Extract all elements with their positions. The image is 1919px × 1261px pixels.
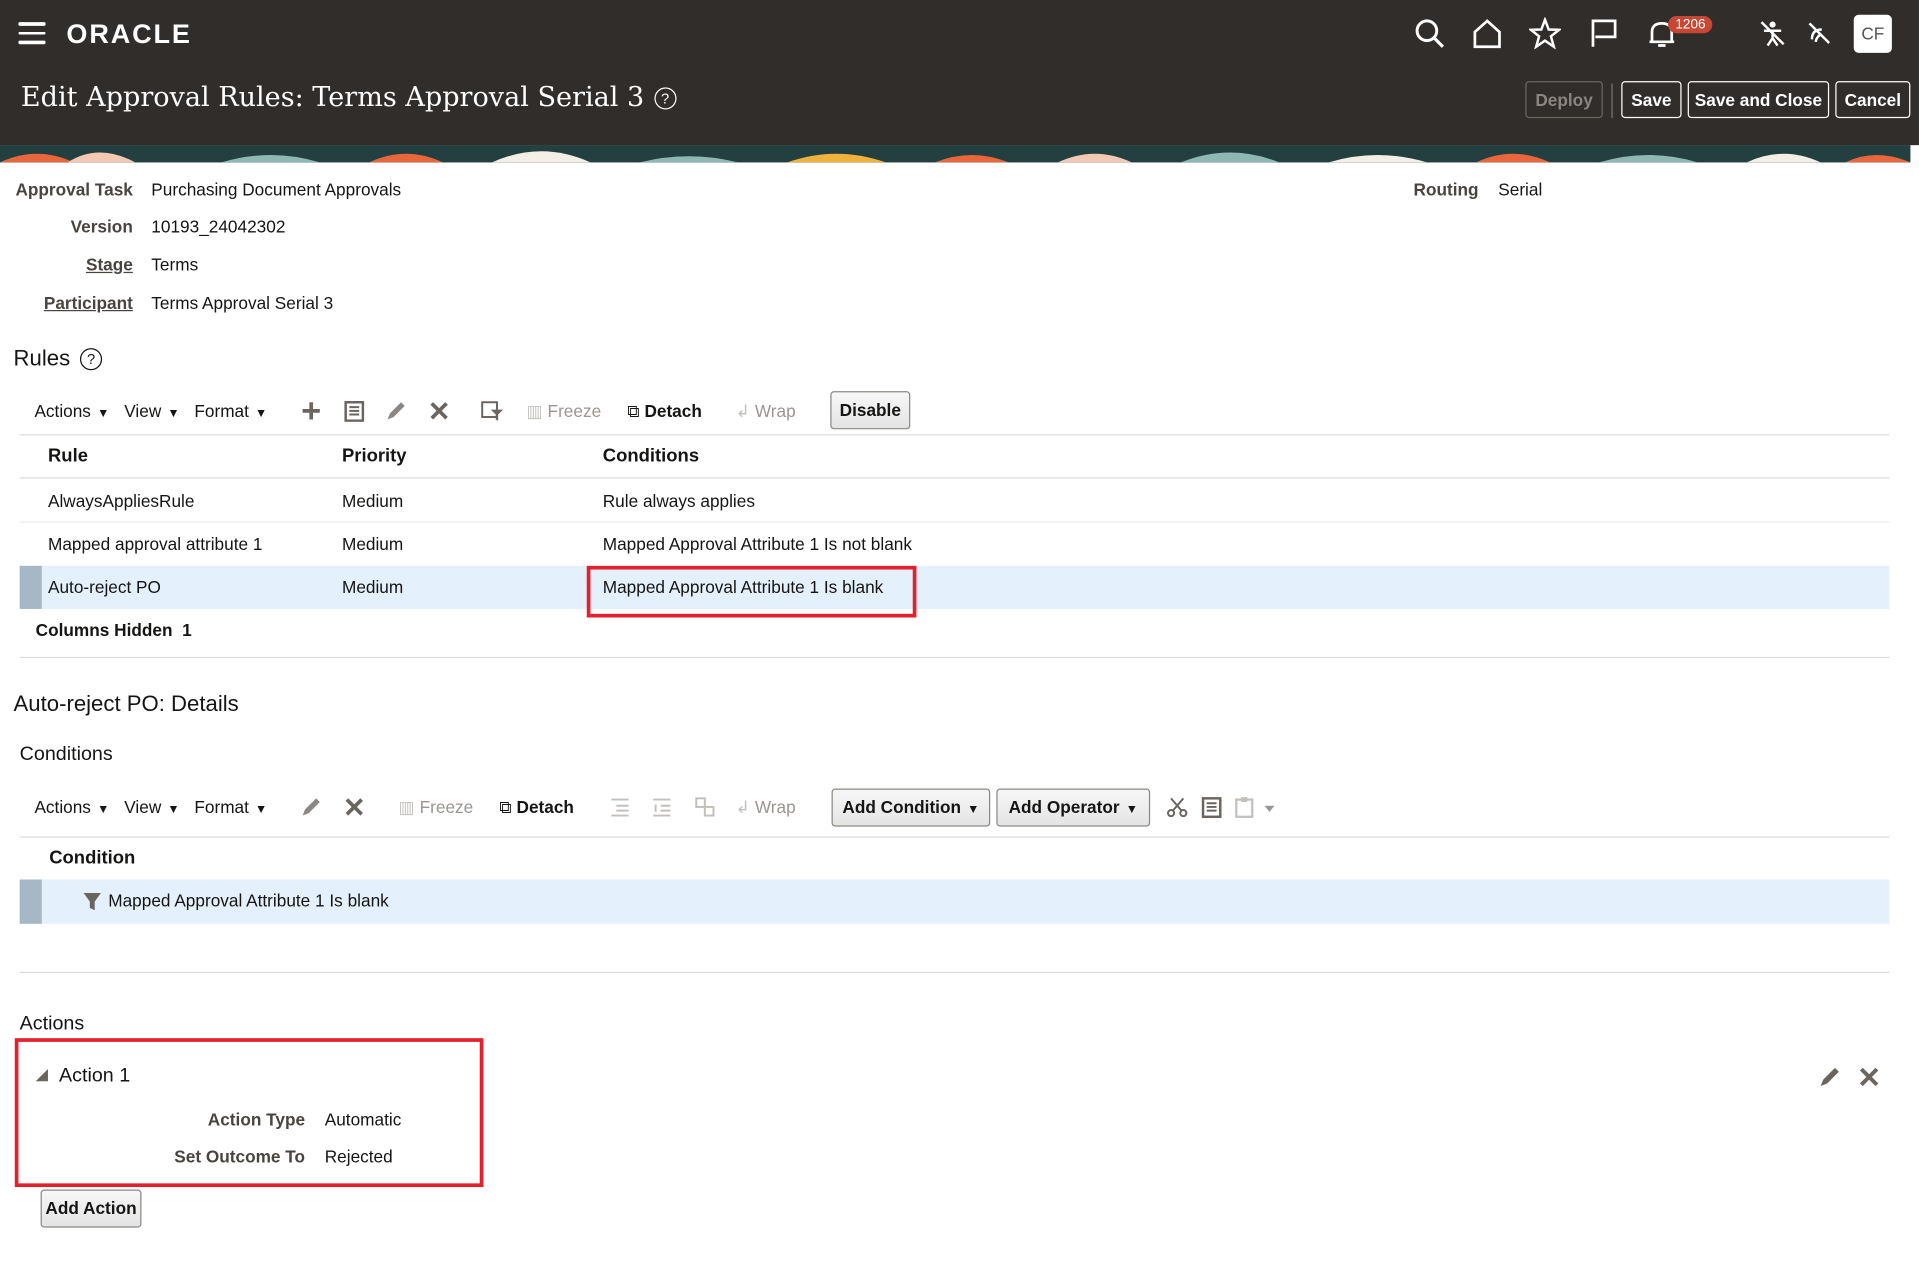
conditions-column-header[interactable]: Conditions [603,445,699,466]
header-divider [1611,83,1613,119]
rule-conditions: Rule always applies [602,490,755,511]
rules-table-bottom-border [19,656,1890,659]
help-icon[interactable]: ? [654,87,677,110]
highlight-box [586,565,917,618]
rules-format-menu[interactable]: Format ▼ [194,401,267,421]
decorative-banner [0,145,1911,163]
favorites-star-icon[interactable] [1529,17,1561,50]
conditions-table-top-border [19,836,1890,838]
copy-icon[interactable] [1201,796,1223,819]
rule-priority: Medium [341,533,404,554]
version-value: 10193_24042302 [151,216,286,237]
rule-priority: Medium [341,490,404,511]
global-header: ORACLE 1206 CF Edit Approval Rules: Term… [0,0,1919,146]
deploy-button[interactable]: Deploy [1525,81,1603,119]
page-title: Edit Approval Rules: Terms Approval Seri… [21,82,677,113]
rules-freeze-button[interactable]: ▥ Freeze [526,401,601,422]
condition-text: Mapped Approval Attribute 1 Is blank [108,890,389,911]
menu-icon[interactable] [18,22,46,44]
rules-view-menu[interactable]: View ▼ [124,401,179,421]
rule-column-header[interactable]: Rule [48,445,88,466]
home-icon[interactable] [1471,17,1503,49]
highlight-box [14,1038,484,1188]
rule-name: Auto-reject PO [47,576,161,597]
conditions-subsection-title: Conditions [19,744,113,766]
details-section-title: Auto-reject PO: Details [13,691,239,716]
add-icon[interactable] [300,400,322,422]
conditions-table-bottom-border [19,971,1890,974]
edit-pencil-icon[interactable] [385,400,407,422]
cancel-button[interactable]: Cancel [1835,81,1911,119]
columns-hidden-status: Columns Hidden 1 [35,619,192,640]
search-icon[interactable] [1413,17,1445,49]
selected-table-row[interactable] [19,565,1890,609]
edit-action-pencil-icon[interactable] [1818,1065,1841,1088]
add-action-button[interactable]: Add Action [40,1189,142,1228]
rules-table-top-border [19,434,1890,436]
view-details-icon[interactable] [343,400,365,422]
rule-priority: Medium [341,576,404,597]
participant-label: Participant [43,292,133,313]
conditions-wrap-button[interactable]: ↲ Wrap [736,797,796,818]
conditions-freeze-button[interactable]: ▥ Freeze [399,797,474,818]
row-selection-marker [19,565,42,609]
add-operator-button[interactable]: Add Operator ▼ [996,788,1151,827]
row-divider [19,521,1890,523]
approval-task-label: Approval Task [15,179,133,200]
edit-pencil-icon[interactable] [300,796,322,818]
cut-scissors-icon[interactable] [1166,796,1188,818]
filter-funnel-icon [83,893,101,911]
connection-off-icon[interactable] [1803,17,1835,49]
paste-icon[interactable] [1234,796,1278,818]
accessibility-icon[interactable] [1757,17,1789,49]
indent-icon[interactable] [609,796,631,818]
stage-value: Terms [151,254,199,275]
participant-value: Terms Approval Serial 3 [151,292,334,313]
disable-button[interactable]: Disable [830,391,911,430]
conditions-detach-button[interactable]: ⧉ Detach [499,797,574,818]
group-icon[interactable] [694,796,716,818]
routing-label: Routing [1413,179,1479,200]
rules-actions-menu[interactable]: Actions ▼ [34,401,109,421]
condition-column-header[interactable]: Condition [49,848,135,869]
delete-icon[interactable] [428,400,450,422]
delete-icon[interactable] [343,796,365,818]
actions-subsection-title: Actions [19,1013,85,1035]
rules-section-title: Rules? [14,346,103,372]
query-by-example-icon[interactable] [480,400,505,422]
oracle-logo: ORACLE [66,18,192,50]
version-label: Version [70,216,133,237]
outdent-icon[interactable] [651,796,673,818]
add-condition-button[interactable]: Add Condition ▼ [831,788,991,827]
rules-header-border [19,477,1890,479]
rule-name: Mapped approval attribute 1 [47,533,263,554]
user-avatar[interactable]: CF [1853,14,1892,53]
rule-name: AlwaysAppliesRule [47,490,195,511]
approval-task-value: Purchasing Document Approvals [151,179,402,200]
rules-detach-button[interactable]: ⧉ Detach [627,401,702,422]
notifications-count-badge: 1206 [1668,15,1713,34]
row-selection-marker [19,879,42,924]
stage-label: Stage [85,254,133,275]
routing-value: Serial [1498,179,1543,200]
save-button[interactable]: Save [1621,81,1682,119]
save-and-close-button[interactable]: Save and Close [1687,81,1830,119]
flag-icon[interactable] [1588,17,1620,49]
priority-column-header[interactable]: Priority [342,445,407,466]
conditions-view-menu[interactable]: View ▼ [124,797,179,817]
rule-conditions: Mapped Approval Attribute 1 Is not blank [602,533,912,554]
rules-help-icon[interactable]: ? [79,348,103,371]
rules-wrap-button[interactable]: ↲ Wrap [736,401,796,422]
conditions-actions-menu[interactable]: Actions ▼ [34,797,109,817]
delete-action-icon[interactable] [1857,1065,1880,1088]
conditions-format-menu[interactable]: Format ▼ [194,797,267,817]
